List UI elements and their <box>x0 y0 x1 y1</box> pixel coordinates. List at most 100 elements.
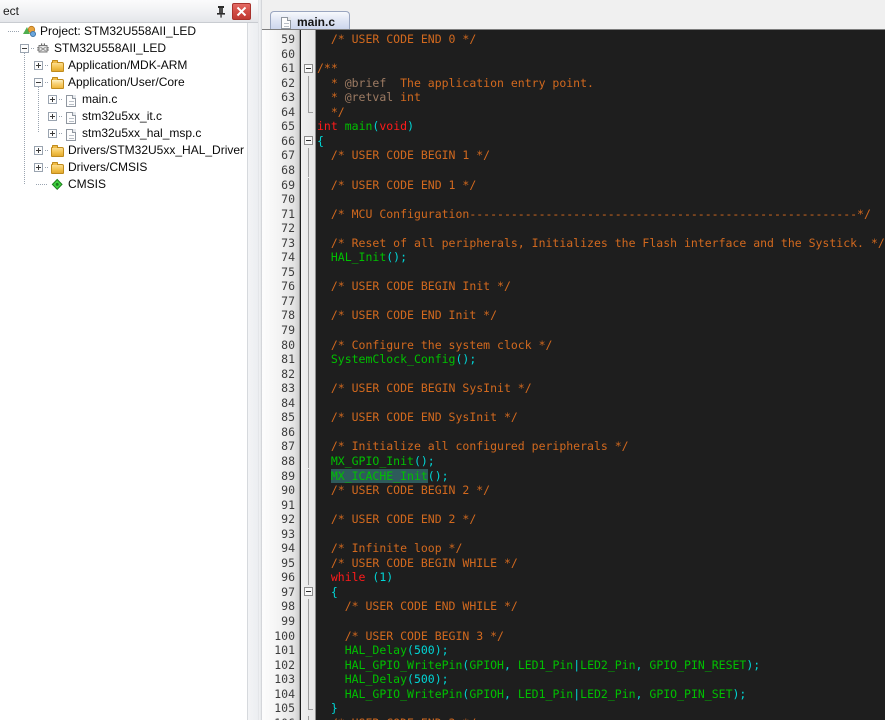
expand-icon[interactable] <box>48 112 57 121</box>
tree-item-label: Project: STM32U558AII_LED <box>40 24 197 38</box>
code-line[interactable]: /* USER CODE BEGIN 2 */ <box>317 483 490 498</box>
code-line[interactable]: while (1) <box>317 570 393 585</box>
sidebar-scrollbar[interactable] <box>247 23 258 720</box>
code-token: MX_GPIO_Init <box>330 453 414 468</box>
code-line[interactable]: /* USER CODE END WHILE */ <box>317 599 518 614</box>
code-token: HAL_GPIO_WritePin <box>344 657 463 672</box>
code-text[interactable]: /* USER CODE END 0 */ /** * @brief The ap… <box>317 30 885 720</box>
expand-icon[interactable] <box>34 163 43 172</box>
code-token: /* USER CODE BEGIN 3 */ <box>344 628 504 643</box>
code-line[interactable]: MX_ICACHE_Init(); <box>317 468 449 484</box>
line-number: 59 <box>281 32 295 46</box>
fold-margin[interactable] <box>301 30 316 720</box>
code-line[interactable]: } <box>317 701 338 716</box>
expand-icon[interactable] <box>48 129 57 138</box>
code-line[interactable]: /* Configure the system clock */ <box>317 338 553 353</box>
code-token: /* USER CODE END Init */ <box>330 308 498 323</box>
code-line[interactable]: MX_GPIO_Init(); <box>317 454 435 469</box>
expand-icon[interactable] <box>48 95 57 104</box>
expand-icon[interactable] <box>34 146 43 155</box>
fold-line <box>308 221 309 236</box>
code-line[interactable]: HAL_Init(); <box>317 250 407 265</box>
code-line[interactable]: /* USER CODE BEGIN WHILE */ <box>317 556 518 571</box>
code-line[interactable]: HAL_Delay(500); <box>317 672 449 687</box>
code-line[interactable]: * @retval int <box>317 90 421 105</box>
tree-connector <box>8 31 19 32</box>
code-line[interactable]: HAL_GPIO_WritePin(GPIOH, LED1_Pin|LED2_P… <box>317 686 747 702</box>
expand-icon[interactable] <box>34 61 43 70</box>
code-token: /* USER CODE END SysInit */ <box>330 410 518 425</box>
tree-item[interactable]: CMSIS <box>0 176 247 193</box>
code-line[interactable]: HAL_Delay(500); <box>317 643 449 658</box>
tree-item[interactable]: Drivers/CMSIS <box>0 159 247 176</box>
tree-item[interactable]: Application/MDK-ARM <box>0 57 247 74</box>
tree-item[interactable]: STM32U558AII_LED <box>0 40 247 57</box>
fold-line <box>308 395 309 411</box>
code-line[interactable]: { <box>317 134 324 149</box>
line-number: 64 <box>281 104 295 119</box>
line-number: 71 <box>281 206 295 221</box>
line-number: 103 <box>274 672 295 687</box>
code-line[interactable]: * @brief The application entry point. <box>317 76 594 91</box>
code-token: HAL_Delay <box>344 672 408 687</box>
collapse-icon[interactable] <box>34 78 43 87</box>
selected-token: MX_ICACHE_Init <box>330 468 428 483</box>
line-number: 102 <box>274 657 295 672</box>
code-line[interactable]: SystemClock_Config(); <box>317 352 476 367</box>
tab-main-c[interactable]: main.c <box>270 11 351 31</box>
code-line[interactable]: /* USER CODE END SysInit */ <box>317 410 518 425</box>
tree-item-label: Drivers/STM32U5xx_HAL_Driver <box>68 143 245 157</box>
tree-connector <box>59 116 63 117</box>
code-line[interactable]: /* USER CODE BEGIN 1 */ <box>317 148 490 163</box>
collapse-icon[interactable] <box>20 44 29 53</box>
code-line[interactable]: /** <box>317 61 338 76</box>
fold-toggle-icon[interactable] <box>304 587 313 597</box>
code-token: (); <box>427 468 449 483</box>
code-line[interactable]: /* USER CODE BEGIN Init */ <box>317 279 511 294</box>
code-view[interactable]: 59 60 61 62 63 64 65 66 67 68 69 70 71 72 73 74 75 76 77 78… <box>262 29 885 720</box>
code-line[interactable]: /* MCU Configuration--------------------… <box>317 207 871 222</box>
code-line[interactable]: /* USER CODE END Init */ <box>317 308 497 323</box>
folder-icon <box>50 161 65 174</box>
code-token: /* Initialize all configured peripherals… <box>330 439 629 454</box>
code-line[interactable]: /* USER CODE END 0 */ <box>317 32 476 47</box>
line-number: 105 <box>274 701 295 716</box>
line-number: 74 <box>281 250 295 265</box>
project-tree[interactable]: Project: STM32U558AII_LED STM32U558AII_LE… <box>0 23 247 720</box>
target-icon <box>36 42 51 55</box>
code-line[interactable]: /* Initialize all configured peripherals… <box>317 439 629 454</box>
fold-line <box>308 555 309 571</box>
line-number: 92 <box>281 512 295 527</box>
code-token: , <box>503 686 518 701</box>
fold-toggle-icon[interactable] <box>304 136 313 146</box>
close-icon[interactable] <box>232 3 251 20</box>
code-line[interactable]: /* USER CODE BEGIN SysInit */ <box>317 381 532 396</box>
code-line[interactable]: { <box>317 585 338 600</box>
tree-item[interactable]: Drivers/STM32U5xx_HAL_Driver <box>0 142 247 159</box>
fold-line <box>308 439 309 454</box>
code-line[interactable]: int main(void) <box>317 119 414 134</box>
code-line[interactable]: /* Infinite loop */ <box>317 541 463 556</box>
code-token: GPIO_PIN_SET <box>649 686 733 701</box>
line-number: 70 <box>281 192 295 207</box>
code-line[interactable]: /* USER CODE END 3 */ <box>317 716 476 720</box>
code-line[interactable]: HAL_GPIO_WritePin(GPIOH, LED1_Pin|LED2_P… <box>317 657 761 673</box>
line-number: 89 <box>281 468 295 483</box>
tree-connector <box>36 184 47 185</box>
folder-icon <box>50 59 65 72</box>
tree-item[interactable]: Project: STM32U558AII_LED <box>0 23 247 40</box>
fold-line <box>308 337 309 353</box>
code-line[interactable]: /* USER CODE BEGIN 3 */ <box>317 629 504 644</box>
code-line[interactable]: /* USER CODE END 1 */ <box>317 178 476 193</box>
code-token: ); <box>746 657 761 672</box>
code-line[interactable]: */ <box>317 105 345 120</box>
fold-toggle-icon[interactable] <box>304 63 313 73</box>
code-line[interactable]: /* USER CODE END 2 */ <box>317 512 476 527</box>
code-line[interactable]: /* Reset of all peripherals, Initializes… <box>317 236 885 251</box>
pin-icon[interactable] <box>214 4 228 18</box>
